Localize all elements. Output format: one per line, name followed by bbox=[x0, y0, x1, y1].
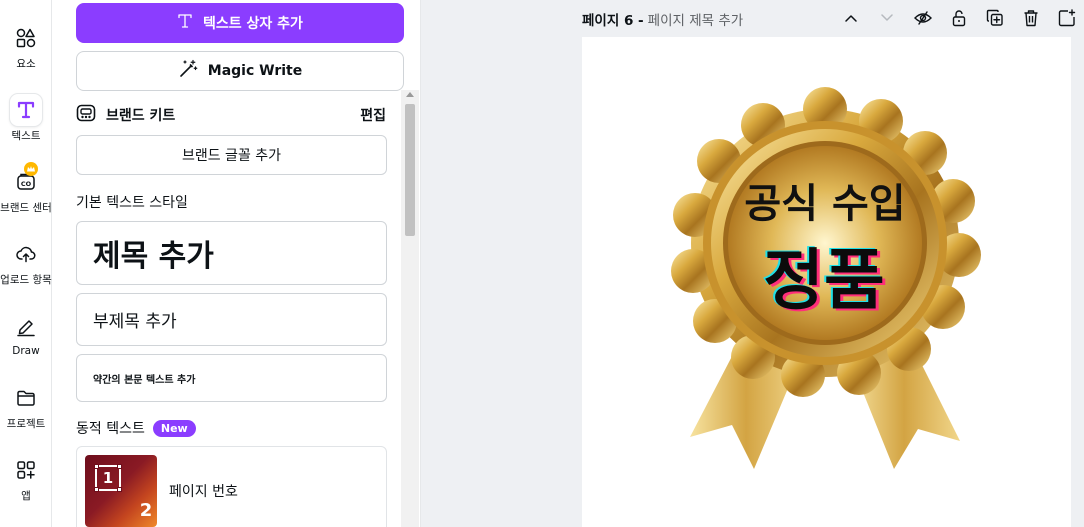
trash-icon[interactable] bbox=[1013, 8, 1049, 28]
page-number-title: 페이지 6 - bbox=[582, 13, 644, 29]
brand-kit-icon bbox=[76, 104, 96, 126]
badge-line-1: 공식 수입 bbox=[744, 181, 905, 227]
page-title-input[interactable]: 페이지 제목 추가 bbox=[648, 9, 744, 29]
default-styles-label: 기본 텍스트 스타일 bbox=[76, 195, 188, 211]
pen-icon bbox=[10, 311, 42, 343]
editor-app: 요소 텍스트 CO 브랜드 센터 업로드 항목 Draw 프로젝트 앱 텍스트 … bbox=[0, 0, 1084, 527]
panel-scrollbar[interactable] bbox=[401, 90, 419, 527]
brand-kit-edit-link[interactable]: 편집 bbox=[360, 105, 386, 125]
hide-icon[interactable] bbox=[905, 8, 941, 28]
dynamic-text-header: 동적 텍스트 New bbox=[76, 418, 196, 438]
gold-badge-graphic[interactable]: 공식 수입 정품 정품 정품 bbox=[582, 37, 1071, 527]
add-heading-card[interactable]: 제목 추가 bbox=[76, 221, 387, 285]
shapes-icon bbox=[10, 22, 42, 54]
crown-icon bbox=[24, 162, 38, 176]
page-number-card[interactable]: 1 2 페이지 번호 bbox=[76, 446, 387, 527]
magic-wand-icon bbox=[178, 59, 198, 83]
add-textbox-button[interactable]: 텍스트 상자 추가 bbox=[76, 3, 404, 43]
chevron-up-icon[interactable] bbox=[833, 8, 869, 28]
folder-icon bbox=[10, 382, 42, 414]
lock-icon[interactable] bbox=[941, 8, 977, 28]
svg-text:CO: CO bbox=[21, 180, 32, 188]
dynamic-text-label: 동적 텍스트 bbox=[76, 421, 145, 437]
duplicate-icon[interactable] bbox=[977, 8, 1013, 28]
scroll-thumb[interactable] bbox=[405, 104, 415, 236]
thumb-number-box: 1 bbox=[94, 464, 122, 492]
brand-kit-header: 브랜드 키트 편집 bbox=[76, 104, 386, 126]
magic-write-label: Magic Write bbox=[207, 63, 303, 79]
rail-item-projects[interactable]: 프로젝트 bbox=[0, 382, 52, 431]
rail-item-elements[interactable]: 요소 bbox=[0, 22, 52, 71]
rail-item-uploads[interactable]: 업로드 항목 bbox=[0, 238, 52, 287]
add-brand-font-button[interactable]: 브랜드 글꼴 추가 bbox=[76, 135, 387, 175]
thumb-number-1: 1 bbox=[102, 469, 114, 487]
text-panel: 텍스트 상자 추가 Magic Write 브랜드 키트 편집 브랜드 글꼴 추… bbox=[52, 0, 421, 527]
rail-item-text[interactable]: 텍스트 bbox=[0, 94, 52, 143]
add-page-icon[interactable] bbox=[1049, 8, 1084, 28]
rail-item-draw[interactable]: Draw bbox=[0, 311, 52, 357]
canvas-workspace: 페이지 6 - 페이지 제목 추가 공식 수입 정품 정품 정품 bbox=[421, 0, 1084, 527]
rail-item-apps[interactable]: 앱 bbox=[0, 454, 52, 503]
text-icon bbox=[10, 94, 42, 126]
design-page[interactable]: 공식 수입 정품 정품 정품 bbox=[582, 37, 1071, 527]
thumb-number-2: 2 bbox=[139, 499, 153, 521]
page-number-label: 페이지 번호 bbox=[169, 484, 238, 500]
page-toolbar bbox=[833, 8, 1084, 28]
add-body-text-card[interactable]: 약간의 본문 텍스트 추가 bbox=[76, 354, 387, 402]
text-icon bbox=[177, 13, 193, 33]
magic-write-button[interactable]: Magic Write bbox=[76, 51, 404, 91]
add-textbox-label: 텍스트 상자 추가 bbox=[203, 16, 303, 32]
add-subheading-card[interactable]: 부제목 추가 bbox=[76, 293, 387, 346]
badge-line-2: 정품 bbox=[763, 242, 884, 319]
page-header: 페이지 6 - 페이지 제목 추가 bbox=[582, 9, 743, 29]
rail-item-brand-hub[interactable]: CO 브랜드 센터 bbox=[0, 162, 52, 215]
chevron-down-icon[interactable] bbox=[869, 8, 905, 28]
page-number-thumbnail: 1 2 bbox=[85, 455, 157, 527]
left-rail: 요소 텍스트 CO 브랜드 센터 업로드 항목 Draw 프로젝트 앱 bbox=[0, 0, 52, 527]
apps-icon bbox=[10, 454, 42, 486]
cloud-upload-icon bbox=[10, 238, 42, 270]
new-badge: New bbox=[152, 419, 196, 437]
scroll-up-arrow-icon[interactable] bbox=[406, 92, 414, 97]
brand-hub-icon: CO bbox=[10, 162, 42, 198]
brand-kit-title: 브랜드 키트 bbox=[106, 108, 176, 124]
